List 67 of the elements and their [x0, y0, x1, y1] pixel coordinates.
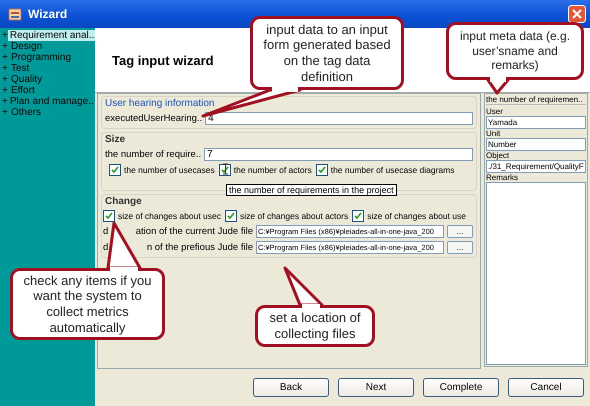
wizard-button[interactable]: Complete — [423, 378, 499, 397]
expand-icon[interactable]: + — [2, 107, 9, 118]
expand-icon[interactable]: + — [2, 41, 9, 52]
callout: input meta data (e.g. user’sname and remarks) — [446, 22, 584, 80]
field-label: Unit — [486, 129, 502, 138]
wizard-button[interactable]: Back — [253, 378, 329, 397]
sidebar-item[interactable]: Effort — [9, 85, 37, 96]
expand-icon[interactable]: + — [2, 30, 8, 41]
input-field[interactable]: ./31_Requirement/QualityF — [486, 160, 586, 173]
sidebar-item[interactable]: Design — [9, 41, 44, 52]
wizard-button[interactable]: Next — [338, 378, 414, 397]
field-label: executedUserHearing.. — [105, 113, 202, 124]
checkbox-label: the number of usecases — [124, 165, 215, 175]
browse-button[interactable]: ... — [447, 241, 473, 254]
group-title: Size — [105, 134, 126, 145]
close-icon[interactable] — [568, 5, 586, 23]
group-title: User hearing information — [105, 98, 216, 109]
callout: check any items if you want the system to collect metrics automatically — [10, 268, 165, 340]
checkbox[interactable] — [103, 210, 115, 222]
sidebar-item[interactable]: Plan and manage.. — [8, 96, 96, 107]
sidebar-item[interactable]: Test — [9, 63, 32, 74]
checkmark-icon — [354, 212, 362, 220]
sidebar-item[interactable]: Others — [9, 107, 44, 118]
expand-icon[interactable]: + — [2, 85, 9, 96]
sidebar-item[interactable]: Quality — [9, 74, 44, 85]
callout-pointer — [284, 266, 324, 311]
input-field[interactable]: Number — [486, 138, 586, 151]
field-label: Object — [486, 151, 510, 160]
checkmark-icon — [318, 166, 326, 174]
wizard-title: Tag input wizard — [112, 52, 214, 68]
checkbox-label: the number of actors — [234, 165, 312, 175]
checkmark-icon — [227, 212, 236, 220]
browse-button[interactable]: ... — [447, 225, 473, 238]
input-field[interactable]: 7 — [204, 148, 473, 161]
checkmark-icon — [220, 166, 229, 174]
checkmark-icon — [105, 212, 113, 220]
expand-icon[interactable]: + — [2, 96, 8, 107]
checkbox[interactable] — [109, 164, 121, 176]
field-label: the number of require.. — [105, 149, 202, 160]
wizard-button[interactable]: Cancel — [508, 378, 584, 397]
checkbox-label: the number of usecase diagrams — [330, 165, 454, 175]
field-label: n of the prefious Jude file — [146, 242, 253, 253]
field-label: Remarks — [486, 173, 520, 182]
checkmark-icon — [111, 166, 119, 174]
checkbox[interactable] — [316, 164, 328, 176]
sidebar-item[interactable]: Programming — [9, 52, 74, 63]
group-title: Change — [105, 196, 143, 207]
checkbox[interactable] — [352, 210, 364, 222]
checkbox-label: size of changes about usec — [118, 211, 222, 221]
expand-icon[interactable]: + — [2, 74, 9, 85]
expand-icon[interactable]: + — [2, 52, 9, 63]
sidebar-item[interactable]: Requirement anal.. — [8, 30, 96, 41]
field-label: d — [103, 242, 108, 253]
checkbox-label: size of changes about actors — [240, 211, 348, 221]
field-label: d — [103, 226, 108, 237]
input-field[interactable]: Yamada — [486, 116, 586, 129]
expand-icon[interactable]: + — [2, 63, 9, 74]
tooltip: the number of requirements in the project — [226, 184, 397, 196]
checkbox[interactable] — [225, 210, 238, 222]
field-label: User — [486, 107, 504, 116]
field-label: ation of the current Jude file — [136, 226, 253, 237]
remarks-field[interactable] — [486, 182, 586, 365]
meta-title: the number of requiremen.. — [486, 95, 586, 105]
window-title: Wizard — [28, 7, 68, 21]
text-cursor-icon — [222, 163, 229, 175]
checkbox-label: size of changes about use — [367, 211, 466, 221]
app-icon — [8, 7, 22, 21]
